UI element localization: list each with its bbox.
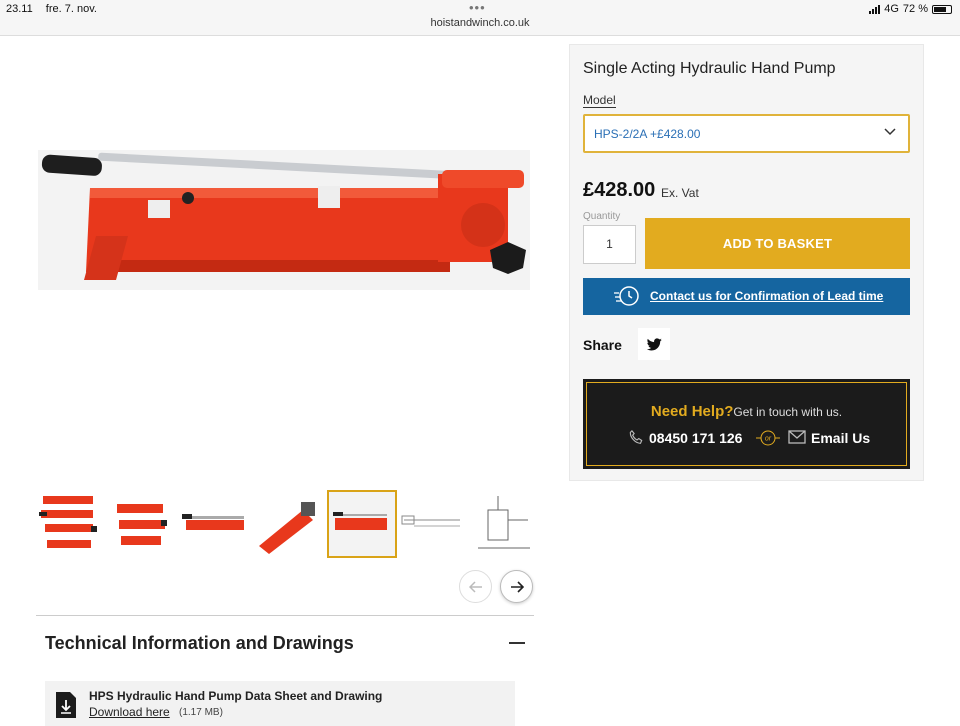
arrow-left-icon xyxy=(468,580,482,593)
product-title: Single Acting Hydraulic Hand Pump xyxy=(583,60,836,77)
help-box-border xyxy=(586,382,907,466)
tech-info-heading[interactable]: Technical Information and Drawings xyxy=(45,633,354,654)
status-indicators: 4G 72 % xyxy=(869,3,952,15)
collapse-minus-icon[interactable] xyxy=(509,642,525,644)
twitter-share-button[interactable] xyxy=(638,328,670,360)
signal-icon xyxy=(869,4,881,14)
download-item: HPS Hydraulic Hand Pump Data Sheet and D… xyxy=(45,681,515,726)
gallery-thumbnail[interactable] xyxy=(35,490,105,558)
thumbnail-image xyxy=(401,515,460,527)
fast-clock-icon xyxy=(614,286,639,306)
help-subtext: Get in touch with us. xyxy=(733,405,843,419)
browser-status-bar: 23.11 fre. 7. nov. ••• hoistandwinch.co.… xyxy=(0,0,960,36)
arrow-right-icon xyxy=(510,580,524,593)
download-size: (1.17 MB) xyxy=(179,707,223,718)
battery-icon xyxy=(932,4,952,14)
gallery-thumbnail-selected[interactable] xyxy=(327,490,397,558)
need-help-box: Need Help?Get in touch with us. 08450 17… xyxy=(583,379,910,469)
mail-icon xyxy=(788,430,806,444)
product-image[interactable] xyxy=(38,150,530,290)
thumbnail-image xyxy=(182,514,244,530)
phone-icon xyxy=(629,430,643,444)
model-label: Model xyxy=(583,93,616,108)
thumbnail-image xyxy=(39,496,97,548)
help-heading-line: Need Help?Get in touch with us. xyxy=(583,403,910,421)
status-time-date: 23.11 fre. 7. nov. xyxy=(6,3,107,15)
quantity-input[interactable]: 1 xyxy=(583,225,636,264)
more-dots-icon[interactable]: ••• xyxy=(469,0,486,15)
gallery-thumbnail[interactable] xyxy=(180,490,250,558)
share-label: Share xyxy=(583,337,622,353)
contact-lead-time-link[interactable]: Contact us for Confirmation of Lead time xyxy=(650,289,883,303)
document-download-icon xyxy=(56,692,76,718)
address-bar[interactable]: hoistandwinch.co.uk xyxy=(0,17,960,29)
status-date: fre. 7. nov. xyxy=(45,3,97,15)
status-time: 23.11 xyxy=(6,3,33,15)
download-title: HPS Hydraulic Hand Pump Data Sheet and D… xyxy=(89,689,383,703)
section-divider xyxy=(36,615,534,616)
contact-lead-time-button[interactable]: Contact us for Confirmation of Lead time xyxy=(583,278,910,315)
download-link[interactable]: Download here xyxy=(89,705,170,719)
gallery-thumbnail[interactable] xyxy=(474,490,534,558)
model-selected-value: HPS-2/2A +£428.00 xyxy=(594,127,701,141)
thumbnail-image xyxy=(478,496,530,549)
gallery-next-button[interactable] xyxy=(500,570,533,603)
quantity-label: Quantity xyxy=(583,211,621,222)
or-separator-text: or xyxy=(765,436,772,443)
chevron-down-icon xyxy=(884,128,896,136)
product-price: £428.00 xyxy=(583,179,656,201)
gallery-thumbnail[interactable] xyxy=(253,490,323,558)
thumbnail-image xyxy=(259,502,315,554)
help-email-link[interactable]: Email Us xyxy=(811,430,870,446)
or-separator-icon: or xyxy=(756,430,780,446)
model-select[interactable]: HPS-2/2A +£428.00 xyxy=(583,114,910,153)
gallery-prev-button[interactable] xyxy=(459,570,492,603)
help-phone-number[interactable]: 08450 171 126 xyxy=(649,430,742,446)
network-label: 4G xyxy=(884,3,899,15)
price-vat-suffix: Ex. Vat xyxy=(661,186,699,200)
twitter-icon xyxy=(646,337,662,350)
gallery-thumbnail[interactable] xyxy=(107,490,177,558)
thumbnail-image xyxy=(329,492,395,556)
battery-percent: 72 % xyxy=(902,3,928,15)
gallery-thumbnail[interactable] xyxy=(400,490,470,558)
help-heading: Need Help? xyxy=(650,403,734,420)
add-to-basket-button[interactable]: ADD TO BASKET xyxy=(645,218,910,269)
thumbnail-image xyxy=(117,504,167,545)
